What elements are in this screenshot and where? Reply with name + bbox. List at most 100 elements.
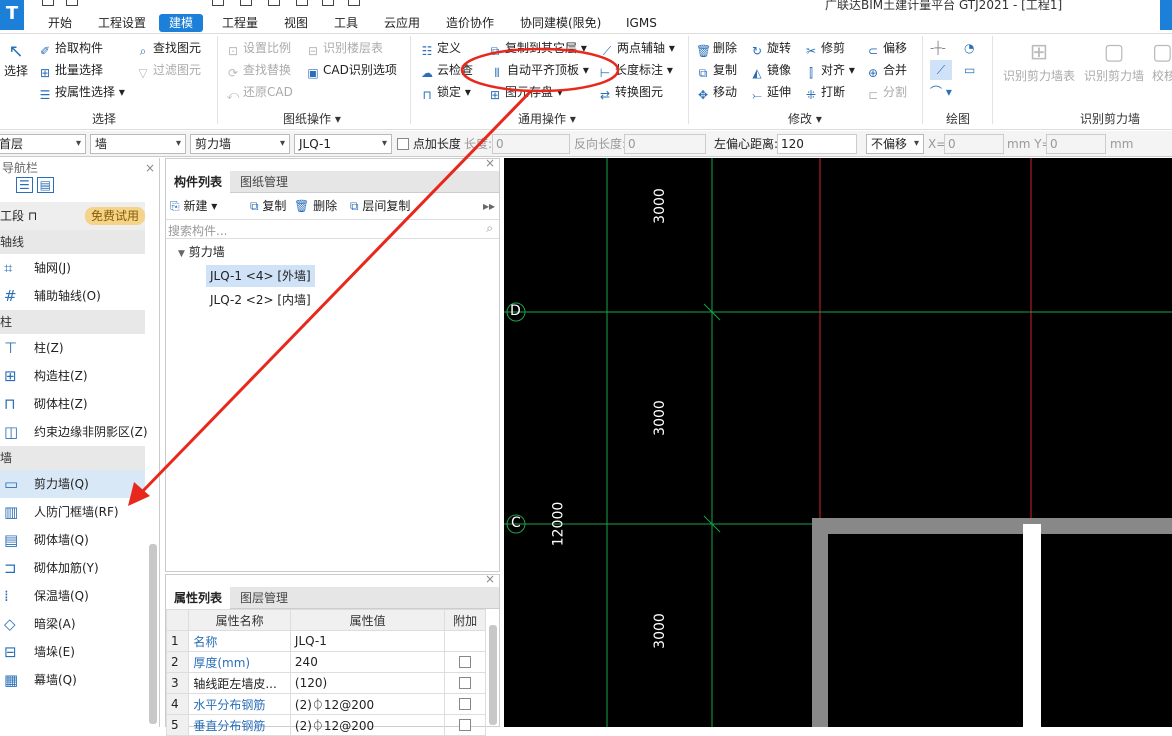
delete-button[interactable]: 🗑 删除 — [696, 38, 737, 58]
nav-item-column[interactable]: ⊤ 柱(Z) — [0, 334, 145, 362]
nav-item-masonry-wall[interactable]: ▤ 砌体墙(Q) — [0, 526, 145, 554]
checkbox[interactable] — [459, 698, 472, 710]
lock-button[interactable]: ⊓ 锁定 ▾ — [420, 82, 471, 102]
menu-start[interactable]: 开始 — [48, 14, 72, 32]
tree-root[interactable]: ▼ 剪力墙 — [166, 239, 499, 265]
close-icon[interactable]: × — [145, 158, 155, 178]
close-icon[interactable]: × — [485, 156, 495, 170]
tab-layer-manage[interactable]: 图层管理 — [232, 587, 296, 609]
draw-point-button[interactable]: -┼- — [930, 38, 946, 58]
menu-view[interactable]: 视图 — [284, 14, 308, 32]
copy-component-button[interactable]: ⧉ 复制 — [250, 193, 286, 219]
component-search[interactable]: 搜索构件... ⌕ — [166, 219, 499, 239]
free-trial-badge[interactable]: 免费试用 — [84, 207, 145, 225]
copy-button[interactable]: ⧉ 复制 — [696, 60, 737, 80]
identify-wall-table-button[interactable]: ⊞ 识别剪力墙表 — [1000, 38, 1078, 88]
offset-mode-select[interactable]: 不偏移 — [866, 134, 924, 154]
two-point-axis-button[interactable]: ⟋ 两点辅轴 ▾ — [600, 38, 675, 58]
auto-align-slab-button[interactable]: ⫴ 自动平齐顶板 ▾ — [490, 60, 588, 80]
delete-component-button[interactable]: 🗑 删除 — [294, 193, 337, 219]
floor-copy-button[interactable]: ⧉ 层间复制 — [350, 193, 410, 219]
nav-item-masonry-column[interactable]: ⊓ 砌体柱(Z) — [0, 390, 145, 418]
search-input[interactable]: 搜索构件... — [168, 222, 227, 239]
set-scale-button[interactable]: ⊡ 设置比例 — [226, 38, 291, 58]
nav-item-masonry-rebar[interactable]: ⊐ 砌体加筋(Y) — [0, 554, 145, 582]
new-component-button[interactable]: ⎘ 新建 ▾ — [170, 193, 217, 219]
drawing-canvas[interactable]: D C 3000 3000 3000 12000 — [504, 158, 1172, 727]
point-length-checkbox[interactable]: 点加长度 — [397, 134, 461, 154]
identify-floor-table-button[interactable]: ⊟ 识别楼层表 — [306, 38, 383, 58]
draw-arc-button[interactable]: ⌒ ▾ — [930, 82, 952, 102]
nav-section-column[interactable]: 柱 — [0, 310, 145, 334]
quick-tool-icon[interactable] — [240, 0, 252, 6]
menu-project-settings[interactable]: 工程设置 — [98, 14, 146, 32]
menu-collab-modeling[interactable]: 协同建模(限免) — [520, 14, 601, 32]
table-row[interactable]: 5 垂直分布钢筋 (2)⏀12@200 — [165, 714, 486, 736]
filter-element-button[interactable]: ▽ 过滤图元 — [136, 60, 201, 80]
length-dim-button[interactable]: ⊢ 长度标注 ▾ — [598, 60, 673, 80]
type-select[interactable]: 墙 — [90, 134, 186, 154]
draw-rect-button[interactable]: ▭ — [964, 60, 975, 80]
detail-list-icon[interactable]: ▤ — [36, 177, 54, 193]
nav-item-wall-pier[interactable]: ⊟ 墙垛(E) — [0, 638, 145, 666]
tab-drawing-manage[interactable]: 图纸管理 — [232, 171, 296, 193]
split-button[interactable]: ⊏ 分割 — [866, 82, 907, 102]
menu-quantity[interactable]: 工程量 — [222, 14, 258, 32]
nav-item-civil-defense-wall[interactable]: ▥ 人防门框墙(RF) — [0, 498, 145, 526]
quick-tool-icon[interactable] — [322, 0, 334, 6]
quick-tool-icon[interactable] — [348, 0, 360, 6]
nav-section-wall[interactable]: 墙 — [0, 446, 145, 470]
select-button[interactable]: ↖ 选择 — [2, 40, 30, 90]
merge-button[interactable]: ⊕ 合并 — [866, 60, 907, 80]
checkbox[interactable] — [397, 138, 409, 150]
move-button[interactable]: ✥ 移动 — [696, 82, 737, 102]
nav-item-axis-grid[interactable]: ⌗ 轴网(J) — [0, 254, 145, 282]
checkbox[interactable] — [459, 677, 472, 689]
copy-to-floor-button[interactable]: ⧉ 复制到其它层 ▾ — [488, 38, 587, 58]
menu-modeling[interactable]: 建模 — [159, 14, 204, 32]
identify-wall-button[interactable]: ▢ 识别剪力墙 — [1082, 38, 1146, 88]
menu-cost-collab[interactable]: 造价协作 — [446, 14, 494, 32]
convert-element-button[interactable]: ⇄ 转换图元 — [598, 82, 663, 102]
nav-item-insulation-wall[interactable]: ⁞ 保温墙(Q) — [0, 582, 145, 610]
extend-button[interactable]: ⤚ 延伸 — [750, 82, 791, 102]
cad-options-button[interactable]: ▣ CAD识别选项 — [306, 60, 397, 80]
y-input[interactable]: 0 — [1046, 134, 1106, 154]
mirror-button[interactable]: ◭ 镜像 — [750, 60, 791, 80]
nav-section-axis[interactable]: 轴线 — [0, 230, 145, 254]
property-scrollbar[interactable] — [489, 625, 497, 725]
reverse-length-input[interactable]: 0 — [624, 134, 706, 154]
quick-tool-icon[interactable] — [212, 0, 224, 6]
tree-item-jlq1[interactable]: JLQ-1 <4> [外墙] — [206, 265, 315, 287]
nav-item-hidden-beam[interactable]: ◇ 暗梁(A) — [0, 610, 145, 638]
select-by-attr-button[interactable]: ☰ 按属性选择 ▾ — [38, 82, 125, 102]
new-file-icon[interactable] — [42, 0, 54, 6]
trim-button[interactable]: ✂ 修剪 — [804, 38, 845, 58]
save-element-button[interactable]: ⊞ 图元存盘 ▾ — [488, 82, 563, 102]
pick-component-button[interactable]: ✐ 拾取构件 — [38, 38, 103, 58]
quick-tool-icon[interactable] — [296, 0, 308, 6]
batch-select-button[interactable]: ⊞ 批量选择 — [38, 60, 103, 80]
table-row[interactable]: 4 水平分布钢筋 (2)⏀12@200 — [165, 693, 486, 715]
nav-item-curtain-wall[interactable]: ▦ 幕墙(Q) — [0, 666, 145, 694]
draw-line-button[interactable]: ⟋ — [930, 60, 952, 80]
align-button[interactable]: ⫿ 对齐 ▾ — [804, 60, 855, 80]
menu-igms[interactable]: IGMS — [626, 14, 657, 32]
checkbox[interactable] — [459, 656, 472, 668]
table-row[interactable]: 2 厚度(mm) 240 — [165, 651, 486, 673]
nav-item-shear-wall[interactable]: ▭ 剪力墙(Q) — [0, 470, 145, 498]
menu-cloud[interactable]: 云应用 — [384, 14, 420, 32]
group-label-common[interactable]: 通用操作 ▾ — [518, 110, 576, 127]
nav-item-aux-axis[interactable]: # 辅助轴线(O) — [0, 282, 145, 310]
group-label-drawing[interactable]: 图纸操作 ▾ — [283, 110, 341, 127]
table-row[interactable]: 1 名称 JLQ-1 — [165, 630, 486, 652]
nav-item-boundary-zone[interactable]: ◫ 约束边缘非阴影区(Z) — [0, 418, 148, 446]
close-icon[interactable]: × — [485, 572, 495, 586]
rotate-button[interactable]: ↻ 旋转 — [750, 38, 791, 58]
check-button[interactable]: ▢ 校核 — [1152, 38, 1172, 88]
list-icon[interactable]: ☰ — [16, 177, 33, 193]
offset-button[interactable]: ⊂ 偏移 — [866, 38, 907, 58]
floor-select[interactable]: 首层 — [0, 134, 86, 154]
restore-cad-button[interactable]: ⤺ 还原CAD — [226, 82, 293, 102]
offset-input[interactable]: 120 — [777, 134, 857, 154]
